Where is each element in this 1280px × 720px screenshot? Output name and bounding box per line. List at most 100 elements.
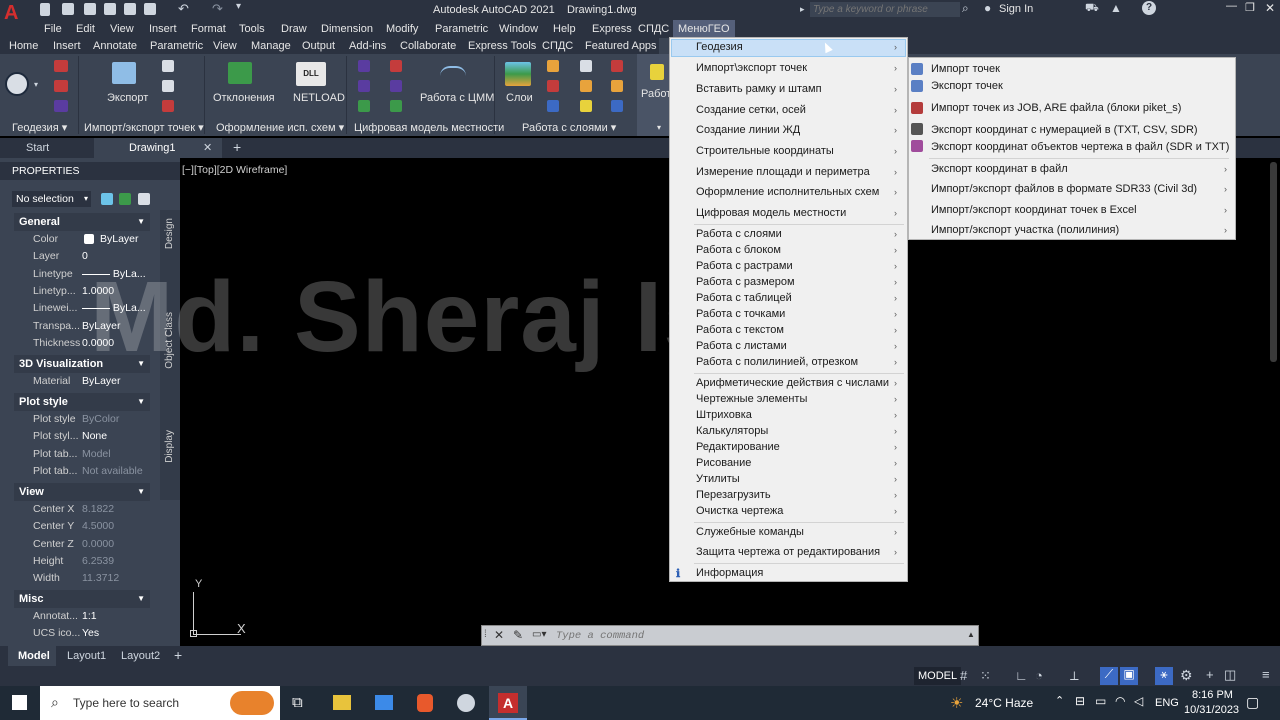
notifications-icon[interactable]: ▢ <box>1246 694 1259 711</box>
menu-item-hatch[interactable]: Штриховка <box>696 409 752 421</box>
undo-icon[interactable]: ↶ <box>178 1 189 17</box>
section-plot-style[interactable]: Plot style ▼ <box>14 393 150 411</box>
submenu-item-import-job[interactable]: Импорт точек из JOB, ARE файла (блоки pi… <box>931 102 1181 114</box>
menu-geo[interactable]: МенюГЕО <box>673 20 735 38</box>
dtm-small-icon-2[interactable] <box>358 80 370 92</box>
drag-handle-icon[interactable]: ⁞ <box>484 629 487 640</box>
customize-wrench-icon[interactable]: ✎ <box>513 628 523 642</box>
menu-dimension[interactable]: Dimension <box>319 20 375 38</box>
menu-item-text[interactable]: Работа с текстом <box>696 324 784 336</box>
tab-featured-apps[interactable]: Featured Apps <box>585 38 657 54</box>
menu-item-dtm[interactable]: Цифровая модель местности <box>696 207 846 219</box>
layout-tab-layout1[interactable]: Layout1 <box>67 650 106 662</box>
dtm-button[interactable]: Работа с ЦММ <box>420 92 494 104</box>
prop-value[interactable]: ByLayer <box>100 233 139 245</box>
minimize-icon[interactable]: — <box>1226 0 1237 12</box>
menu-edit[interactable]: Edit <box>74 20 97 38</box>
isodraft-icon[interactable]: ⟂ <box>1070 668 1079 684</box>
restore-icon[interactable]: ❐ <box>1245 1 1255 14</box>
layer-tool-icon-3[interactable] <box>547 100 559 112</box>
menu-item-drawing[interactable]: Рисование <box>696 457 751 469</box>
menu-item-railway-line[interactable]: Создание линии ЖД <box>696 124 800 136</box>
submenu-item-export-objects[interactable]: Экспорт координат объектов чертежа в фай… <box>931 141 1229 153</box>
select-objects-icon[interactable] <box>119 193 131 205</box>
menu-view[interactable]: View <box>108 20 136 38</box>
side-tab-display[interactable]: Display <box>164 430 175 463</box>
red-tool-icon[interactable] <box>54 60 68 72</box>
model-space-button[interactable]: MODEL <box>914 667 962 685</box>
export-small-icon[interactable] <box>162 80 174 92</box>
command-prompt-icon[interactable]: ▭▾ <box>532 629 546 640</box>
brave-browser-icon[interactable] <box>417 694 433 712</box>
tab-start[interactable]: Start <box>26 142 49 154</box>
globe-app-icon[interactable] <box>457 694 475 712</box>
menu-item-service[interactable]: Служебные команды <box>696 526 804 538</box>
section-general[interactable]: General ▼ <box>14 213 150 231</box>
search-icon[interactable]: ⌕ <box>962 1 969 16</box>
tab-insert[interactable]: Insert <box>53 38 81 54</box>
xyz-icon[interactable] <box>390 100 402 112</box>
tab-home[interactable]: Home <box>9 38 38 54</box>
menu-item-protection[interactable]: Защита чертежа от редактирования <box>696 546 880 558</box>
menu-tools[interactable]: Tools <box>237 20 267 38</box>
menu-format[interactable]: Format <box>189 20 228 38</box>
menu-item-grid-axes[interactable]: Создание сетки, осей <box>696 104 806 116</box>
layers-icon[interactable] <box>505 62 531 86</box>
section-view[interactable]: View ▼ <box>14 483 150 501</box>
help-icon[interactable]: ? <box>1142 1 1156 15</box>
workspace-gear-icon[interactable]: ⚙ <box>1180 667 1193 684</box>
layout-tab-layout2[interactable]: Layout2 <box>121 650 160 662</box>
battery-icon[interactable]: ▭ <box>1095 694 1106 708</box>
quick-select-icon[interactable] <box>138 193 150 205</box>
panel-import-export[interactable]: Импорт/экспорт точек ▾ <box>84 120 204 136</box>
tab-parametric[interactable]: Parametric <box>150 38 203 54</box>
new-file-icon[interactable] <box>40 3 50 16</box>
toggle-pickadd-icon[interactable] <box>101 193 113 205</box>
menu-parametric[interactable]: Parametric <box>433 20 490 38</box>
close-command-icon[interactable]: ✕ <box>494 628 504 642</box>
add-layout-icon[interactable]: + <box>174 647 182 663</box>
export-button[interactable]: Экспорт <box>107 92 148 104</box>
axis-tool-icon[interactable] <box>54 80 68 92</box>
polar-icon[interactable]: ◔ <box>1035 668 1043 683</box>
otrack-icon[interactable]: ▣ <box>1120 667 1138 685</box>
menu-item-editing[interactable]: Редактирование <box>696 441 780 453</box>
dtm-small-icon-5[interactable] <box>390 80 402 92</box>
isolate-icon[interactable]: ◫ <box>1224 667 1236 683</box>
viewport-controls[interactable]: [−][Top][2D Wireframe] <box>182 164 287 176</box>
autodesk-app-icon[interactable]: ▲ <box>1110 1 1122 15</box>
geodesy-dropdown-icon[interactable]: ▾ <box>34 80 38 89</box>
menu-file[interactable]: File <box>42 20 64 38</box>
command-history-icon[interactable]: ▲ <box>967 630 975 639</box>
tab-output[interactable]: Output <box>302 38 335 54</box>
taskbar-search-box[interactable]: ⌕ Type here to search <box>40 686 280 720</box>
panel-exec-schemes[interactable]: Оформление исп. схем ▾ <box>216 120 344 136</box>
tab-express-tools[interactable]: Express Tools <box>468 38 536 54</box>
menu-item-purge[interactable]: Очистка чертежа <box>696 505 783 517</box>
layer-tool-icon-5[interactable] <box>580 80 592 92</box>
customize-menu-icon[interactable]: ≡ <box>1262 667 1270 682</box>
menu-item-dimension[interactable]: Работа с размером <box>696 276 795 288</box>
menu-insert[interactable]: Insert <box>147 20 179 38</box>
menu-item-area-perimeter[interactable]: Измерение площади и периметра <box>696 166 870 178</box>
close-tab-icon[interactable]: ✕ <box>203 141 212 154</box>
snap-icon[interactable]: ⁙ <box>980 668 991 684</box>
menu-help[interactable]: Help <box>551 20 578 38</box>
layer-tool-icon-4[interactable] <box>580 60 592 72</box>
points-small-icon[interactable] <box>162 100 174 112</box>
deviations-button[interactable]: Отклонения <box>213 92 275 104</box>
cross-tool-icon[interactable] <box>54 100 68 112</box>
menu-modify[interactable]: Modify <box>384 20 420 38</box>
canvas-scrollbar[interactable] <box>1270 162 1277 362</box>
prop-value[interactable]: None <box>82 430 107 442</box>
cart-icon[interactable]: ⛟ <box>1085 2 1099 16</box>
volume-icon[interactable]: ◁ <box>1134 694 1143 708</box>
panel-layers[interactable]: Работа с слоями ▾ <box>522 120 616 136</box>
file-explorer-icon[interactable] <box>333 695 351 710</box>
command-input[interactable] <box>556 627 956 644</box>
menu-item-reload[interactable]: Перезагрузить <box>696 489 771 501</box>
close-icon[interactable]: ✕ <box>1265 1 1275 15</box>
ortho-icon[interactable]: ∟ <box>1015 668 1028 683</box>
plus-status-icon[interactable]: + <box>1206 667 1214 682</box>
menu-item-points[interactable]: Работа с точками <box>696 308 785 320</box>
